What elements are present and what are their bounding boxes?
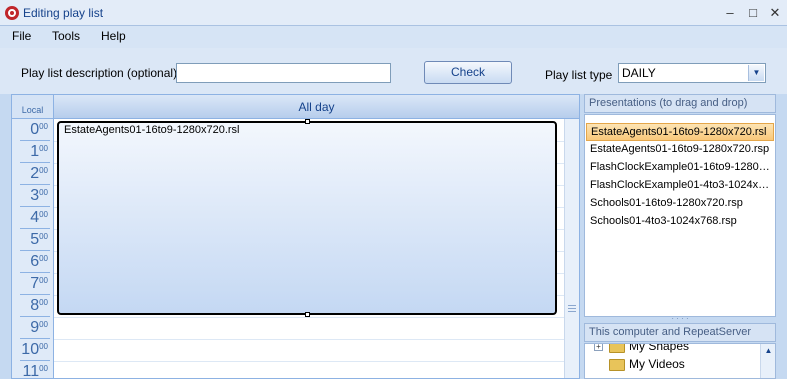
hour-number: 2 bbox=[30, 165, 40, 182]
hour-label: 1000 bbox=[20, 339, 50, 361]
hour-minutes: 00 bbox=[39, 144, 48, 153]
playlist-type-value: DAILY bbox=[622, 66, 656, 80]
hour-label: 300 bbox=[20, 185, 50, 207]
window-title: Editing play list bbox=[23, 6, 104, 20]
resize-handle-bottom[interactable] bbox=[305, 312, 310, 317]
description-label: Play list description (optional) bbox=[21, 66, 178, 80]
playlist-type-select[interactable]: DAILY ▼ bbox=[618, 63, 766, 83]
hour-label: 000 bbox=[20, 119, 50, 141]
app-logo-icon bbox=[5, 6, 19, 20]
title-bar: Editing play list – □ ✕ bbox=[0, 0, 787, 26]
hour-minutes: 00 bbox=[39, 254, 48, 263]
menu-help[interactable]: Help bbox=[101, 29, 126, 43]
hour-label: 800 bbox=[20, 295, 50, 317]
maximize-button[interactable]: □ bbox=[744, 4, 762, 22]
hour-label: 200 bbox=[20, 163, 50, 185]
folder-icon bbox=[609, 344, 625, 353]
schedule-calendar: Local All day 000 100 200 300 400 500 600 700 80… bbox=[11, 94, 580, 379]
hour-minutes: 00 bbox=[39, 320, 48, 329]
hour-number: 6 bbox=[30, 253, 40, 270]
hour-number: 1 bbox=[30, 143, 40, 160]
hour-number: 7 bbox=[30, 275, 40, 292]
hour-number: 0 bbox=[30, 121, 40, 138]
tree-item-my-shapes[interactable]: + My Shapes bbox=[594, 343, 690, 353]
scroll-up-icon[interactable]: ▲ bbox=[761, 344, 775, 357]
presentation-item[interactable]: FlashClockExample01-16to9-1280x720.rsp bbox=[586, 159, 774, 177]
hour-minutes: 00 bbox=[39, 342, 48, 351]
resize-handle-top[interactable] bbox=[305, 119, 310, 124]
menu-file[interactable]: File bbox=[12, 29, 31, 43]
menu-tools[interactable]: Tools bbox=[52, 29, 80, 43]
hour-number: 10 bbox=[21, 341, 40, 358]
side-panel: Presentations (to drag and drop) EstateA… bbox=[584, 94, 776, 379]
hour-number: 11 bbox=[22, 363, 40, 379]
playlist-toolbar: Play list description (optional) Check P… bbox=[0, 48, 787, 94]
hour-label: 100 bbox=[20, 141, 50, 163]
hour-label: 900 bbox=[20, 317, 50, 339]
hour-label: 700 bbox=[20, 273, 50, 295]
presentation-item[interactable]: EstateAgents01-16to9-1280x720.rsp bbox=[586, 141, 774, 159]
tree-item-label: My Shapes bbox=[629, 343, 690, 353]
hour-number: 8 bbox=[30, 297, 40, 314]
hour-minutes: 00 bbox=[39, 210, 48, 219]
computer-tree: + My Shapes My Videos ▲ bbox=[584, 343, 776, 379]
hour-minutes: 00 bbox=[39, 122, 48, 131]
presentation-item[interactable]: FlashClockExample01-4to3-1024x768.rsp bbox=[586, 177, 774, 195]
timezone-label: Local bbox=[12, 95, 54, 119]
hour-minutes: 00 bbox=[39, 364, 48, 373]
hour-number: 9 bbox=[30, 319, 40, 336]
time-column: 000 100 200 300 400 500 600 700 800 900 1000 1100 bbox=[12, 119, 54, 379]
hour-number: 4 bbox=[30, 209, 40, 226]
appointment-label: EstateAgents01-16to9-1280x720.rsl bbox=[64, 124, 240, 136]
chevron-down-icon[interactable]: ▼ bbox=[748, 65, 764, 81]
hour-label: 500 bbox=[20, 229, 50, 251]
hour-number: 3 bbox=[30, 187, 40, 204]
hour-minutes: 00 bbox=[39, 232, 48, 241]
plus-expander-icon[interactable]: + bbox=[594, 344, 603, 352]
playlist-type-label: Play list type bbox=[545, 68, 613, 82]
hour-label: 400 bbox=[20, 207, 50, 229]
hour-label: 1100 bbox=[20, 361, 50, 379]
hour-minutes: 00 bbox=[39, 166, 48, 175]
hour-gridline bbox=[54, 317, 564, 318]
scroll-grip bbox=[568, 305, 576, 306]
presentations-title: Presentations (to drag and drop) bbox=[584, 94, 776, 113]
folder-icon bbox=[609, 358, 625, 371]
hour-gridline bbox=[54, 339, 564, 340]
playlist-appointment[interactable]: EstateAgents01-16to9-1280x720.rsl bbox=[57, 121, 557, 315]
check-button[interactable]: Check bbox=[424, 61, 512, 84]
computer-title: This computer and RepeatServer bbox=[584, 323, 776, 342]
presentation-item[interactable]: Schools01-4to3-1024x768.rsp bbox=[586, 213, 774, 231]
menu-bar: File Tools Help bbox=[0, 26, 787, 48]
tree-scrollbar[interactable]: ▲ bbox=[760, 344, 775, 378]
description-input[interactable] bbox=[176, 63, 391, 83]
minimize-button[interactable]: – bbox=[721, 4, 739, 22]
tree-item-label: My Videos bbox=[629, 357, 685, 371]
all-day-header: All day bbox=[54, 95, 579, 119]
hour-number: 5 bbox=[30, 231, 40, 248]
hour-gridline bbox=[54, 361, 564, 362]
presentations-list: EstateAgents01-16to9-1280x720.rsl EstateA… bbox=[584, 114, 776, 317]
tree-item-my-videos[interactable]: My Videos bbox=[609, 357, 685, 371]
close-button[interactable]: ✕ bbox=[766, 4, 784, 22]
hour-minutes: 00 bbox=[39, 188, 48, 197]
hour-minutes: 00 bbox=[39, 298, 48, 307]
hour-minutes: 00 bbox=[39, 276, 48, 285]
scroll-grip bbox=[568, 308, 576, 309]
hour-label: 600 bbox=[20, 251, 50, 273]
scroll-grip bbox=[568, 311, 576, 312]
calendar-scrollbar[interactable] bbox=[564, 119, 579, 378]
presentation-item[interactable]: Schools01-16to9-1280x720.rsp bbox=[586, 195, 774, 213]
presentation-item[interactable]: EstateAgents01-16to9-1280x720.rsl bbox=[586, 123, 774, 141]
